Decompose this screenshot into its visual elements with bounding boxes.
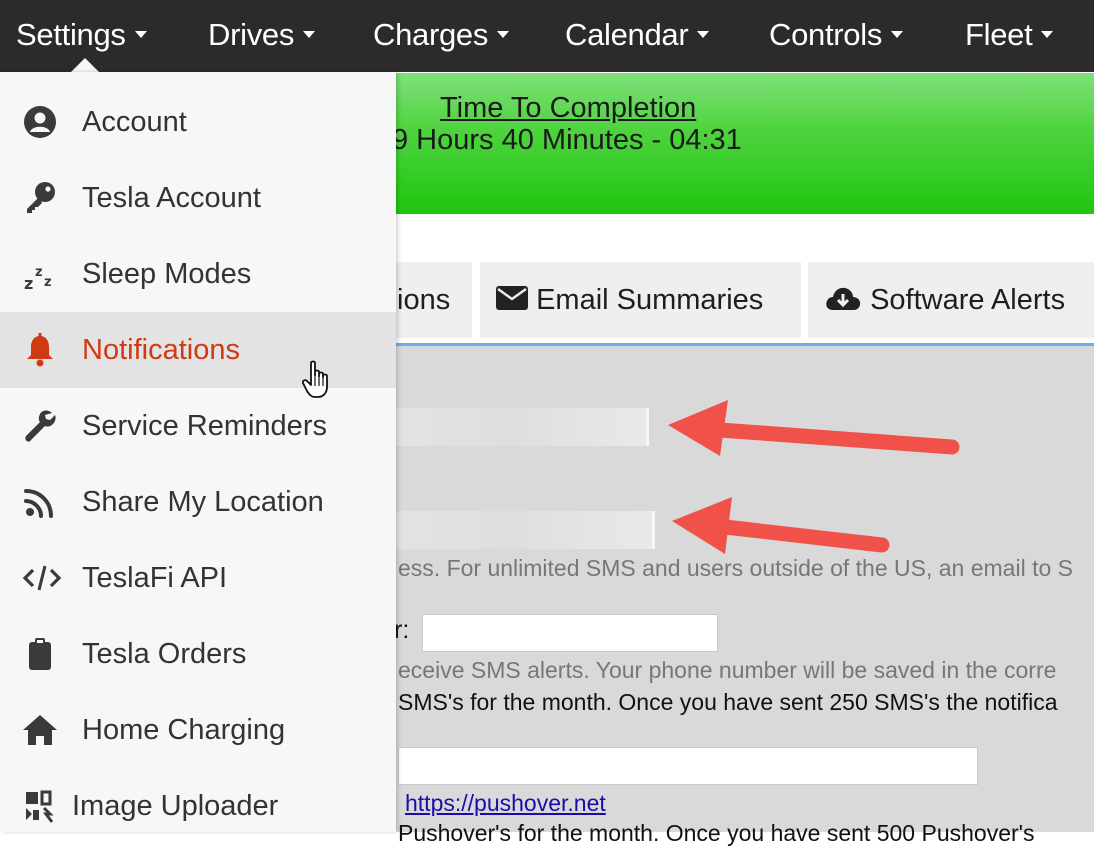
menu-item-sleep-modes[interactable]: z z z Sleep Modes (0, 236, 396, 312)
home-icon (23, 715, 57, 745)
menu-item-image-uploader[interactable]: Image Uploader (0, 768, 396, 844)
menu-item-teslafi-api[interactable]: TeslaFi API (0, 540, 396, 616)
phone-label: r: (394, 616, 410, 644)
nav-fleet-menu[interactable]: Fleet (965, 0, 1054, 72)
menu-item-label: Sleep Modes (82, 258, 252, 290)
svg-text:z: z (24, 274, 33, 292)
image-upload-icon (26, 790, 54, 823)
pushover-usage-text: Pushover's for the month. Once you have … (398, 820, 1035, 846)
menu-item-label: Image Uploader (72, 790, 279, 822)
chevron-down-icon (134, 31, 147, 39)
menu-item-notifications[interactable]: Notifications (0, 312, 396, 388)
menu-item-home-charging[interactable]: Home Charging (0, 692, 396, 768)
svg-text:z: z (44, 275, 52, 290)
phone-help-text: eceive SMS alerts. Your phone number wil… (398, 657, 1057, 683)
tab-email-summaries-label: Email Summaries (536, 284, 764, 316)
settings-tabs: ions Email Summaries Software Alerts (300, 262, 1094, 346)
menu-item-label: Service Reminders (82, 410, 327, 442)
menu-item-label: TeslaFi API (82, 562, 228, 594)
pushover-key-input[interactable] (398, 747, 978, 785)
code-icon (22, 565, 62, 591)
sms-help-text: ess. For unlimited SMS and users outside… (398, 555, 1073, 581)
nav-calendar-menu[interactable]: Calendar (565, 0, 710, 72)
envelope-icon (496, 286, 528, 311)
menu-item-label: Share My Location (82, 486, 324, 518)
chevron-down-icon (891, 31, 904, 39)
wrench-icon (25, 410, 56, 442)
nav-charges-label: Charges (373, 17, 489, 52)
dropdown-notch (70, 58, 100, 73)
clipboard-icon (29, 638, 51, 670)
menu-item-tesla-account[interactable]: Tesla Account (0, 160, 396, 236)
svg-text:z: z (35, 265, 43, 280)
user-circle-icon (24, 106, 56, 138)
settings-dropdown-menu: Account Tesla Account z z z Sleep Modes … (0, 72, 396, 832)
tab-software-alerts[interactable]: Software Alerts (808, 262, 1094, 338)
chevron-down-icon (303, 31, 316, 39)
menu-item-label: Tesla Orders (82, 638, 247, 670)
nav-controls-label: Controls (769, 17, 883, 52)
menu-item-account[interactable]: Account (0, 84, 396, 160)
menu-item-share-my-location[interactable]: Share My Location (0, 464, 396, 540)
top-navbar: Settings Drives Charges Calendar Control… (0, 0, 1094, 72)
menu-item-label: Notifications (82, 334, 240, 366)
sleep-icon: z z z (24, 265, 52, 292)
tab-notifications-label: ions (397, 284, 451, 316)
hand-cursor-icon (302, 360, 328, 398)
nav-controls-menu[interactable]: Controls (769, 0, 904, 72)
chevron-down-icon (697, 31, 710, 39)
chevron-down-icon (1041, 31, 1054, 39)
menu-item-label: Account (82, 106, 187, 138)
sms-usage-text: SMS's for the month. Once you have sent … (398, 689, 1058, 715)
tab-email-summaries[interactable]: Email Summaries (480, 262, 801, 338)
nav-drives-menu[interactable]: Drives (208, 0, 316, 72)
menu-item-label: Home Charging (82, 714, 286, 746)
menu-item-service-reminders[interactable]: Service Reminders (0, 388, 396, 464)
nav-settings-label: Settings (16, 17, 126, 52)
menu-item-label: Tesla Account (82, 182, 261, 214)
time-to-completion-link[interactable]: Time To Completion (440, 92, 696, 125)
key-icon (27, 182, 55, 213)
nav-drives-label: Drives (208, 17, 295, 52)
bell-icon (27, 333, 53, 367)
nav-charges-menu[interactable]: Charges (373, 0, 510, 72)
time-to-completion-value: 9 Hours 40 Minutes - 04:31 (392, 124, 742, 156)
nav-calendar-label: Calendar (565, 17, 689, 52)
pushover-link[interactable]: https://pushover.net (405, 790, 606, 817)
phone-number-input[interactable] (422, 614, 718, 652)
tab-software-alerts-label: Software Alerts (870, 284, 1066, 316)
chevron-down-icon (497, 31, 510, 39)
rss-icon (24, 489, 53, 518)
menu-item-tesla-orders[interactable]: Tesla Orders (0, 616, 396, 692)
cloud-download-icon (826, 288, 861, 311)
nav-fleet-label: Fleet (965, 17, 1033, 52)
